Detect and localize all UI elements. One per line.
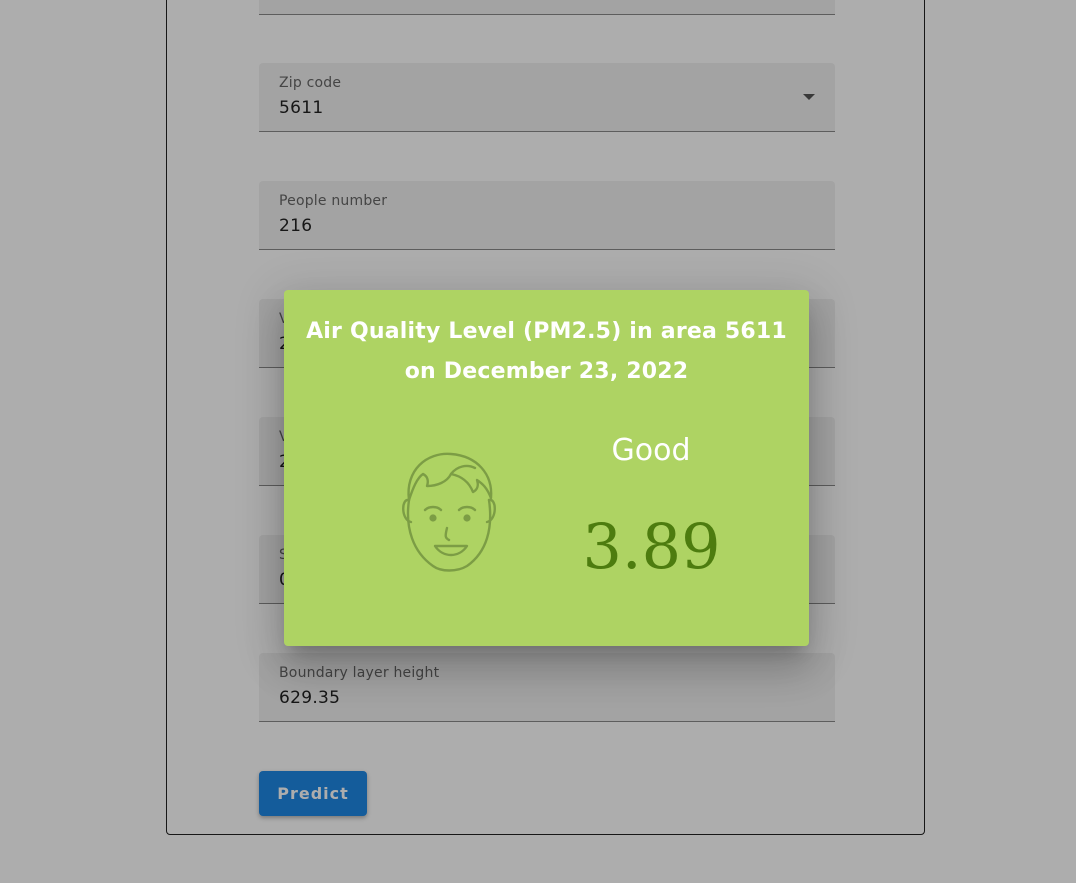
dialog-title: Air Quality Level (PM2.5) in area 5611 o… [284, 312, 809, 392]
pm25-value: 3.89 [582, 510, 721, 583]
dialog-title-line-2: on December 23, 2022 [404, 359, 689, 384]
smiling-face-icon [402, 452, 496, 572]
dialog-title-line-1: Air Quality Level (PM2.5) in area 5611 [306, 319, 787, 344]
air-quality-level-label: Good [611, 433, 691, 468]
air-quality-dialog: Air Quality Level (PM2.5) in area 5611 o… [284, 290, 809, 646]
